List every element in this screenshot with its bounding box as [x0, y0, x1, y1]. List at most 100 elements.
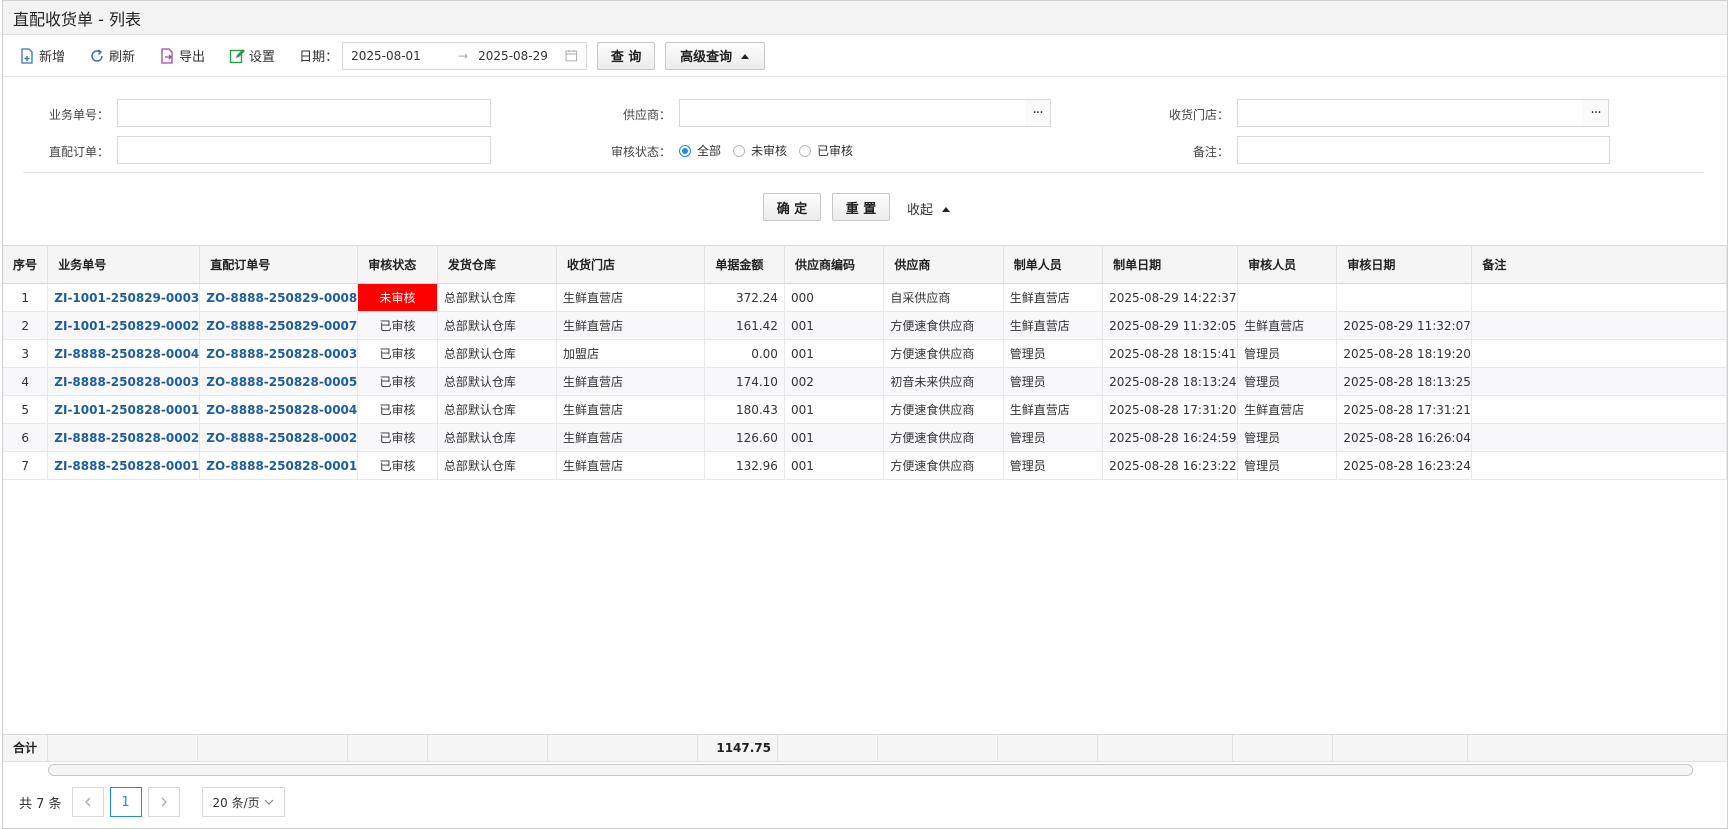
- prev-page-button[interactable]: [71, 787, 104, 817]
- horizontal-scrollbar[interactable]: [48, 764, 1693, 776]
- advanced-query-label: 高级查询: [680, 50, 733, 65]
- next-page-button[interactable]: [147, 787, 180, 817]
- column-header[interactable]: 直配订单号: [199, 245, 359, 284]
- column-header[interactable]: 业务单号: [47, 245, 201, 284]
- biz-no-link[interactable]: ZI-1001-250829-0002: [47, 311, 201, 340]
- status-option-approved[interactable]: 已审核: [799, 142, 853, 159]
- table-row[interactable]: 1 ZI-1001-250829-0003 ZO-8888-250829-0008 未…: [3, 283, 1727, 312]
- collapse-label: 收起: [907, 203, 934, 218]
- query-button[interactable]: 查 询: [597, 41, 656, 70]
- biz-no-link[interactable]: ZI-8888-250828-0004: [47, 339, 201, 368]
- total-cell-empty: [1333, 735, 1468, 762]
- row-index: 5: [3, 395, 49, 424]
- collapse-toggle[interactable]: 收起: [907, 199, 951, 218]
- order-no-link[interactable]: ZO-8888-250829-0007: [199, 311, 359, 340]
- store-picker-button[interactable]: ···: [1583, 99, 1609, 127]
- row-index: 4: [3, 367, 49, 396]
- order-no-link[interactable]: ZO-8888-250828-0004: [199, 395, 359, 424]
- table-cell: 方便速食供应商: [883, 339, 1004, 368]
- table-cell: 生鲜直营店: [1237, 395, 1338, 424]
- table-body: 1 ZI-1001-250829-0003 ZO-8888-250829-0008 未…: [3, 283, 1727, 480]
- column-header[interactable]: 供应商编码: [784, 245, 885, 284]
- table-row[interactable]: 6 ZI-8888-250828-0002 ZO-8888-250828-0002 已…: [3, 423, 1727, 452]
- total-cell-empty: [1233, 735, 1333, 762]
- order-no-input[interactable]: [117, 136, 491, 164]
- date-from[interactable]: 2025-08-01: [351, 49, 448, 63]
- amount-cell: 161.42: [704, 311, 785, 340]
- column-header[interactable]: 审核日期: [1336, 245, 1473, 284]
- biz-no-input[interactable]: [117, 99, 491, 127]
- settings-label: 设置: [249, 50, 276, 65]
- status-option-all[interactable]: 全部: [679, 142, 721, 159]
- table-row[interactable]: 4 ZI-8888-250828-0003 ZO-8888-250828-0005 已…: [3, 367, 1727, 396]
- table-cell: 方便速食供应商: [883, 311, 1004, 340]
- table-cell: [1237, 283, 1338, 312]
- supplier-picker-button[interactable]: ···: [1025, 99, 1051, 127]
- table-cell: 生鲜直营店: [556, 283, 706, 312]
- settings-button[interactable]: 设置: [229, 46, 275, 65]
- order-no-link[interactable]: ZO-8888-250828-0001: [199, 451, 359, 480]
- confirm-button[interactable]: 确 定: [763, 193, 821, 221]
- status-badge: 已审核: [357, 395, 438, 424]
- order-no-link[interactable]: ZO-8888-250828-0005: [199, 367, 359, 396]
- order-no-label: 直配订单：: [48, 145, 109, 159]
- date-to[interactable]: 2025-08-29: [478, 49, 565, 63]
- order-no-link[interactable]: ZO-8888-250829-0008: [199, 283, 359, 312]
- biz-no-link[interactable]: ZI-8888-250828-0001: [47, 451, 201, 480]
- date-label: 日期：: [299, 50, 339, 65]
- status-badge: 已审核: [357, 423, 438, 452]
- reset-button[interactable]: 重 置: [832, 193, 890, 221]
- column-header[interactable]: 备注: [1471, 245, 1727, 284]
- column-header[interactable]: 单据金额: [704, 245, 785, 284]
- refresh-button[interactable]: 刷新: [89, 46, 135, 65]
- biz-no-link[interactable]: ZI-1001-250829-0003: [47, 283, 201, 312]
- order-no-link[interactable]: ZO-8888-250828-0002: [199, 423, 359, 452]
- chevron-left-icon: [84, 797, 91, 807]
- total-cell-empty: [428, 735, 548, 762]
- table-row[interactable]: 5 ZI-1001-250828-0001 ZO-8888-250828-0004 已…: [3, 395, 1727, 424]
- add-button[interactable]: 新增: [19, 46, 65, 65]
- table-cell: 加盟店: [556, 339, 706, 368]
- date-range-picker[interactable]: 2025-08-01 → 2025-08-29: [342, 41, 588, 70]
- table-cell: 002: [784, 367, 885, 396]
- export-button[interactable]: 导出: [159, 46, 205, 65]
- column-header[interactable]: 序号: [3, 245, 49, 284]
- biz-no-label: 业务单号：: [48, 108, 109, 122]
- table-header-row: 序号 业务单号 直配订单号 审核状态 发货仓库 收货门店 单据金额 供应商编码 供应商 制单人员制…: [3, 245, 1727, 284]
- store-input[interactable]: [1237, 99, 1584, 127]
- supplier-input[interactable]: [679, 99, 1026, 127]
- row-index: 6: [3, 423, 49, 452]
- table-cell: 001: [784, 339, 885, 368]
- filter-divider: [23, 172, 1703, 173]
- row-index: 1: [3, 283, 49, 312]
- table-cell: 方便速食供应商: [883, 451, 1004, 480]
- table-cell: 生鲜直营店: [1237, 311, 1338, 340]
- column-header[interactable]: 供应商: [883, 245, 1004, 284]
- column-header[interactable]: 制单日期: [1102, 245, 1239, 284]
- status-badge: 未审核: [357, 283, 438, 312]
- status-option-unapproved[interactable]: 未审核: [733, 142, 787, 159]
- table-row[interactable]: 7 ZI-8888-250828-0001 ZO-8888-250828-0001 已…: [3, 451, 1727, 480]
- table-cell: 2025-08-28 16:26:04: [1336, 423, 1473, 452]
- table-row[interactable]: 3 ZI-8888-250828-0004 ZO-8888-250828-0003 已…: [3, 339, 1727, 368]
- advanced-query-button[interactable]: 高级查询: [665, 41, 766, 70]
- remark-input[interactable]: [1237, 136, 1610, 164]
- column-header[interactable]: 收货门店: [556, 245, 706, 284]
- table-row[interactable]: 2 ZI-1001-250829-0002 ZO-8888-250829-0007 已…: [3, 311, 1727, 340]
- order-no-link[interactable]: ZO-8888-250828-0003: [199, 339, 359, 368]
- biz-no-link[interactable]: ZI-8888-250828-0002: [47, 423, 201, 452]
- column-header[interactable]: 制单人员: [1003, 245, 1104, 284]
- biz-no-link[interactable]: ZI-8888-250828-0003: [47, 367, 201, 396]
- table-cell: [1471, 423, 1727, 452]
- biz-no-link[interactable]: ZI-1001-250828-0001: [47, 395, 201, 424]
- column-header[interactable]: 发货仓库: [437, 245, 558, 284]
- page-size-select[interactable]: 20 条/页: [201, 787, 285, 817]
- pagination: 共 7 条 1 20 条/页: [19, 787, 285, 817]
- export-label: 导出: [179, 50, 206, 65]
- table-cell: 管理员: [1003, 423, 1104, 452]
- column-header[interactable]: 审核状态: [357, 245, 438, 284]
- column-header[interactable]: 审核人员: [1237, 245, 1338, 284]
- table-cell: 方便速食供应商: [883, 423, 1004, 452]
- page-1-button[interactable]: 1: [109, 787, 142, 817]
- radio-unchecked-icon: [799, 144, 812, 157]
